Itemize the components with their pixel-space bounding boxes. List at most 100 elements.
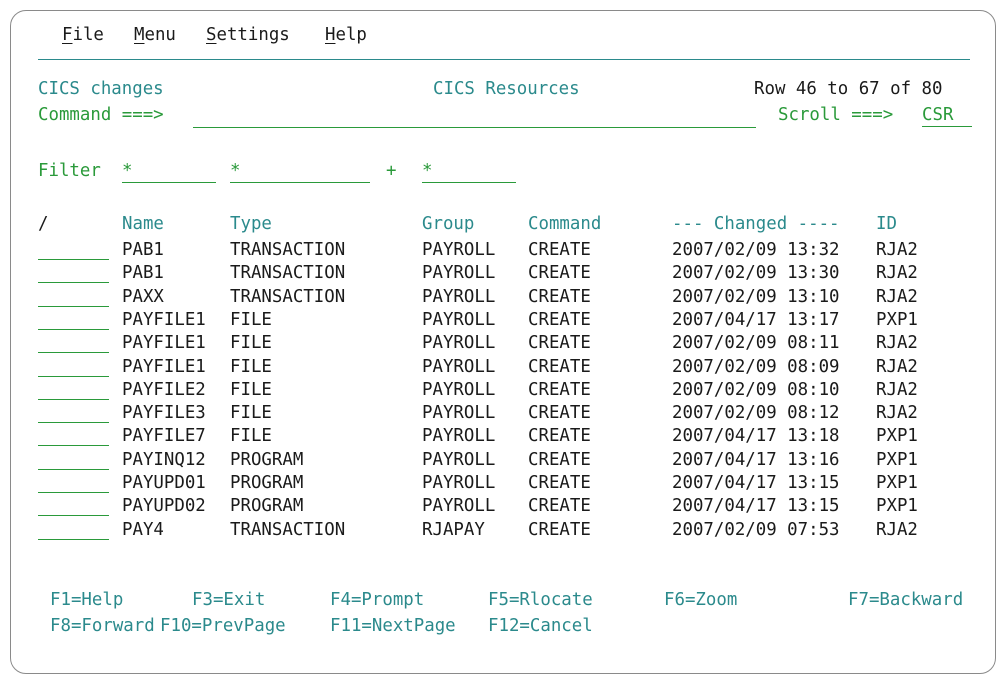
fkey-f4[interactable]: F4=Prompt — [330, 589, 424, 611]
scroll-input[interactable]: CSR — [922, 104, 972, 127]
cell-command: CREATE — [528, 449, 591, 470]
cell-command: CREATE — [528, 426, 591, 447]
col-header-id: ID — [876, 214, 897, 234]
filter-type-input[interactable]: * — [230, 160, 370, 183]
col-header-name: Name — [122, 214, 164, 234]
menu-menu-label: enu — [144, 25, 176, 45]
cell-command: CREATE — [528, 403, 591, 424]
cell-type: TRANSACTION — [230, 519, 346, 540]
fkey-f10[interactable]: F10=PrevPage — [160, 615, 286, 637]
cell-type: FILE — [230, 333, 272, 354]
filter-type-prompt[interactable]: + — [386, 160, 396, 182]
cell-id: PXP1 — [876, 426, 918, 447]
cell-name: PAYFILE3 — [122, 403, 206, 424]
cell-name: PAYFILE2 — [122, 379, 206, 400]
cell-changed: 2007/04/17 13:18 — [672, 426, 840, 447]
col-header-command: Command — [528, 214, 602, 234]
row-select-input[interactable] — [38, 239, 109, 260]
cell-changed: 2007/04/17 13:15 — [672, 473, 840, 493]
cell-group: PAYROLL — [422, 240, 496, 260]
panel-id: CICS changes — [38, 79, 164, 99]
row-select-input[interactable] — [38, 379, 109, 400]
row-select-input[interactable] — [38, 472, 109, 493]
cell-group: PAYROLL — [422, 449, 496, 470]
cell-name: PAYFILE1 — [122, 309, 206, 330]
command-label: Command ===> — [38, 105, 164, 125]
menu-settings[interactable]: Settings — [206, 24, 290, 46]
fkey-f5[interactable]: F5=Rlocate — [488, 589, 593, 611]
cell-id: PXP1 — [876, 309, 918, 330]
col-header-group: Group — [422, 214, 475, 234]
cell-group: PAYROLL — [422, 403, 496, 424]
row-info: Row 46 to 67 of 80 — [754, 79, 943, 99]
cell-id: PXP1 — [876, 473, 918, 493]
cell-command: CREATE — [528, 519, 591, 540]
cell-changed: 2007/02/09 13:30 — [672, 263, 840, 284]
cell-changed: 2007/04/17 13:16 — [672, 449, 840, 470]
cell-id: RJA2 — [876, 286, 918, 307]
cell-command: CREATE — [528, 263, 591, 284]
cell-type: FILE — [230, 426, 272, 447]
row-select-input[interactable] — [38, 495, 109, 517]
cell-command: CREATE — [528, 240, 591, 260]
menu-file[interactable]: File — [62, 24, 104, 46]
cell-group: PAYROLL — [422, 496, 496, 517]
row-select-input[interactable] — [38, 449, 109, 470]
row-select-input[interactable] — [38, 286, 109, 307]
fkey-f7[interactable]: F7=Backward — [848, 589, 963, 611]
cell-changed: 2007/02/09 08:11 — [672, 333, 840, 354]
cell-type: FILE — [230, 309, 272, 330]
cell-changed: 2007/02/09 08:12 — [672, 403, 840, 424]
cell-group: PAYROLL — [422, 263, 496, 284]
cell-group: PAYROLL — [422, 379, 496, 400]
cell-id: RJA2 — [876, 356, 918, 377]
cell-type: PROGRAM — [230, 449, 304, 470]
fkey-f11[interactable]: F11=NextPage — [330, 615, 456, 637]
fkey-f6[interactable]: F6=Zoom — [664, 589, 737, 611]
filter-name-input[interactable]: * — [122, 160, 216, 183]
row-select-input[interactable] — [38, 425, 109, 447]
cell-command: CREATE — [528, 356, 591, 377]
row-select-input[interactable] — [38, 519, 109, 540]
cell-name: PAYFILE1 — [122, 356, 206, 377]
row-select-input[interactable] — [38, 356, 109, 377]
fkey-f3[interactable]: F3=Exit — [192, 589, 265, 611]
menu-settings-label: ettings — [216, 25, 290, 45]
cell-type: PROGRAM — [230, 473, 304, 493]
col-header-select: / — [38, 214, 49, 234]
filter-group-input[interactable]: * — [422, 160, 516, 183]
fkey-f8[interactable]: F8=Forward — [50, 615, 155, 637]
cell-changed: 2007/02/09 08:10 — [672, 379, 840, 400]
menu-file-mnemonic: F — [62, 25, 73, 45]
cell-changed: 2007/04/17 13:17 — [672, 309, 840, 330]
scroll-label: Scroll ===> — [778, 105, 894, 125]
cell-type: TRANSACTION — [230, 286, 346, 307]
fkey-f1[interactable]: F1=Help — [50, 589, 123, 611]
cell-name: PAB1 — [122, 240, 164, 260]
panel-title: CICS Resources — [433, 79, 580, 99]
cell-command: CREATE — [528, 309, 591, 330]
row-select-input[interactable] — [38, 332, 109, 354]
menu-menu[interactable]: Menu — [134, 24, 176, 46]
menu-help[interactable]: Help — [325, 24, 367, 46]
filter-name-value: * — [122, 161, 133, 181]
cell-id: PXP1 — [876, 449, 918, 470]
command-input[interactable] — [193, 105, 756, 128]
menu-help-mnemonic: H — [325, 25, 336, 45]
cell-type: TRANSACTION — [230, 240, 346, 260]
menu-help-label: elp — [335, 25, 367, 45]
cell-name: PAYFILE1 — [122, 333, 206, 354]
cell-changed: 2007/04/17 13:15 — [672, 496, 840, 517]
scroll-value: CSR — [922, 105, 954, 125]
cell-name: PAY4 — [122, 519, 164, 540]
menu-file-label: ile — [72, 25, 104, 45]
row-select-input[interactable] — [38, 309, 109, 330]
filter-group-value: * — [422, 161, 433, 181]
row-select-input[interactable] — [38, 262, 109, 284]
col-header-changed: --- Changed ---- — [672, 214, 840, 234]
menu-divider — [38, 59, 970, 60]
fkey-f12[interactable]: F12=Cancel — [488, 615, 593, 637]
row-select-input[interactable] — [38, 402, 109, 424]
cell-changed: 2007/02/09 13:32 — [672, 240, 840, 260]
cell-group: PAYROLL — [422, 309, 496, 330]
